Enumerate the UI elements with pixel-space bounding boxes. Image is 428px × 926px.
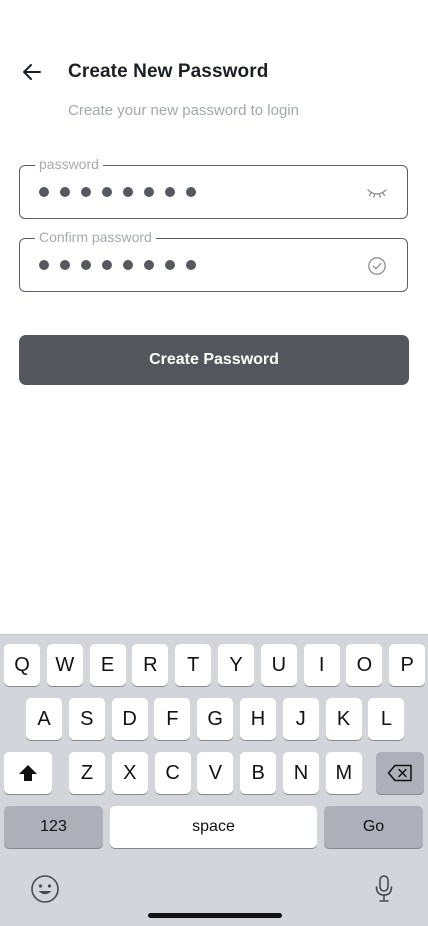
arrow-left-icon (23, 64, 41, 80)
password-dot (144, 260, 154, 270)
password-dot (186, 260, 196, 270)
key-a[interactable]: A (26, 698, 62, 740)
key-w[interactable]: W (46, 644, 83, 686)
password-dot (102, 260, 112, 270)
delete-key[interactable] (376, 752, 424, 794)
keyboard-row-3: ZXCVBNM (0, 752, 428, 794)
password-dot (81, 260, 91, 270)
space-key[interactable]: space (110, 806, 317, 848)
key-n[interactable]: N (283, 752, 319, 794)
password-dot (144, 187, 154, 197)
shift-key[interactable] (4, 752, 52, 794)
key-l[interactable]: L (368, 698, 405, 740)
key-u[interactable]: U (260, 644, 297, 686)
toggle-visibility-button[interactable] (365, 181, 389, 205)
key-t[interactable]: T (175, 644, 212, 686)
password-dot (39, 187, 49, 197)
password-dot (186, 187, 196, 197)
emoji-button[interactable] (28, 872, 62, 906)
onscreen-keyboard: QWERTYUIOP ASDFGHJKL ZXCVBNM 123 space G… (0, 634, 428, 926)
key-m[interactable]: M (325, 752, 362, 794)
key-k[interactable]: K (325, 698, 362, 740)
eye-closed-icon (367, 189, 387, 198)
dictation-button[interactable] (367, 872, 401, 906)
password-dot (39, 260, 49, 270)
page-subtitle: Create your new password to login (68, 102, 299, 119)
key-p[interactable]: P (389, 644, 426, 686)
password-field[interactable]: password (19, 155, 408, 219)
create-password-screen: Create New Password Create your new pass… (0, 0, 428, 926)
create-password-button[interactable]: Create Password (19, 335, 409, 385)
password-dot (60, 260, 70, 270)
key-q[interactable]: Q (4, 644, 40, 686)
go-key[interactable]: Go (324, 806, 423, 848)
page-title: Create New Password (68, 61, 269, 82)
keyboard-row-4: 123 space Go (0, 806, 428, 848)
key-x[interactable]: X (111, 752, 148, 794)
keyboard-row-2: ASDFGHJKL (0, 698, 428, 740)
confirm-password-field[interactable]: Confirm password (19, 228, 408, 292)
keyboard-row-1: QWERTYUIOP (0, 644, 428, 686)
password-label: password (35, 155, 103, 173)
key-b[interactable]: B (240, 752, 277, 794)
confirm-password-masked-value (39, 260, 196, 270)
key-j[interactable]: J (282, 698, 319, 740)
key-e[interactable]: E (89, 644, 126, 686)
password-dot (123, 260, 133, 270)
password-dot (165, 260, 175, 270)
key-g[interactable]: G (197, 698, 234, 740)
password-dot (102, 187, 112, 197)
key-f[interactable]: F (154, 698, 191, 740)
back-button[interactable] (18, 58, 46, 86)
key-i[interactable]: I (303, 644, 340, 686)
password-dot (123, 187, 133, 197)
key-y[interactable]: Y (218, 644, 254, 686)
confirm-password-label: Confirm password (35, 228, 156, 246)
numbers-key[interactable]: 123 (4, 806, 103, 848)
key-d[interactable]: D (111, 698, 148, 740)
password-masked-value (39, 187, 196, 197)
confirm-status (365, 254, 389, 278)
key-z[interactable]: Z (69, 752, 105, 794)
key-o[interactable]: O (346, 644, 383, 686)
key-v[interactable]: V (197, 752, 234, 794)
shift-icon (19, 765, 37, 781)
backspace-icon (387, 764, 412, 782)
microphone-icon (375, 875, 393, 902)
key-r[interactable]: R (132, 644, 169, 686)
password-dot (165, 187, 175, 197)
key-s[interactable]: S (68, 698, 105, 740)
key-h[interactable]: H (240, 698, 276, 740)
password-dot (60, 187, 70, 197)
check-circle-icon (368, 257, 386, 275)
password-dot (81, 187, 91, 197)
home-indicator (148, 913, 282, 918)
key-c[interactable]: C (154, 752, 191, 794)
emoji-icon (31, 875, 59, 903)
